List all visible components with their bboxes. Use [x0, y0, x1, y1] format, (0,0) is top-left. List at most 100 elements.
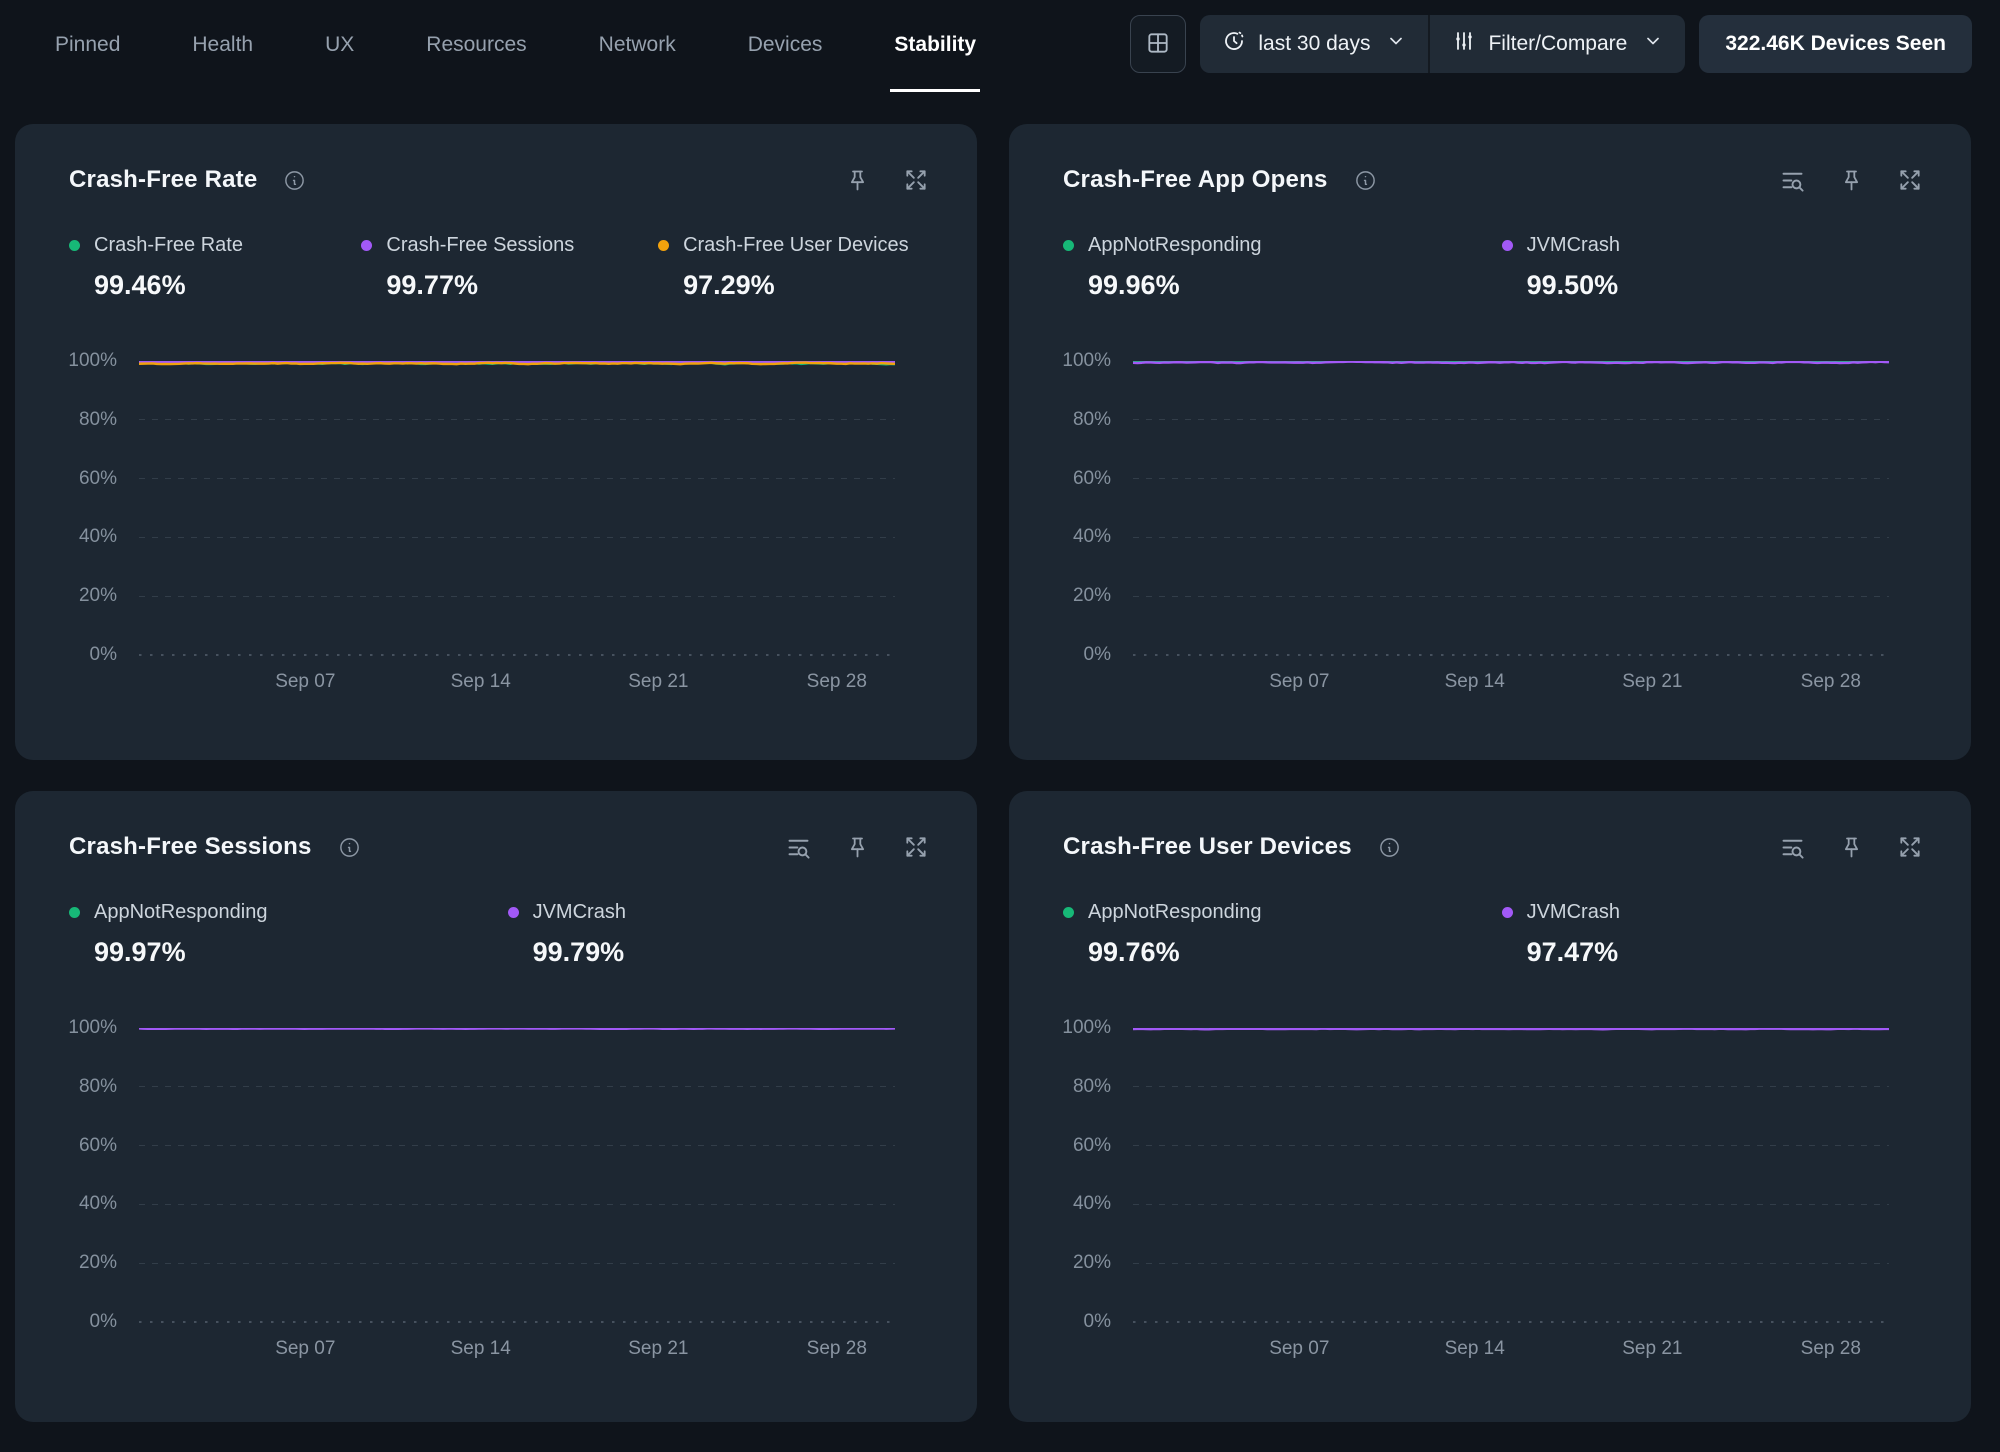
x-axis-tick: Sep 21 [628, 671, 688, 693]
list-search-icon[interactable] [1779, 167, 1806, 194]
legend-series-value: 99.50% [1527, 270, 1923, 301]
line-chart: 100%80%60%40%20%0%Sep 07Sep 14Sep 21Sep … [1063, 361, 1923, 695]
nav-tab-ux[interactable]: UX [321, 0, 358, 92]
legend-series-name: AppNotResponding [1088, 234, 1261, 257]
nav-tab-health[interactable]: Health [188, 0, 257, 92]
legend-item-2: JVMCrash 99.50% [1502, 234, 1923, 301]
line-chart: 100%80%60%40%20%0%Sep 07Sep 14Sep 21Sep … [69, 1028, 929, 1362]
x-axis-tick: Sep 28 [807, 671, 867, 693]
x-axis-tick: Sep 21 [1622, 671, 1682, 693]
plot-area[interactable] [1133, 1028, 1889, 1322]
x-axis: Sep 07Sep 14Sep 21Sep 28 [139, 1338, 895, 1362]
legend-dot [361, 240, 372, 251]
x-axis-tick: Sep 07 [1269, 671, 1329, 693]
y-axis-tick: 80% [79, 409, 117, 431]
sliders-icon [1452, 29, 1476, 59]
y-axis-tick: 80% [1073, 409, 1111, 431]
maximize-icon[interactable] [903, 167, 929, 193]
maximize-icon[interactable] [1897, 167, 1923, 193]
range-filter-group: last 30 days Filter/Compare [1200, 15, 1685, 73]
nav-tab-resources[interactable]: Resources [422, 0, 530, 92]
nav-tab-network[interactable]: Network [595, 0, 680, 92]
chevron-down-icon [1386, 31, 1406, 57]
plot-area-wrap: Sep 07Sep 14Sep 21Sep 28 [139, 1028, 895, 1362]
legend-dot [658, 240, 669, 251]
time-range-label: last 30 days [1258, 32, 1370, 56]
y-axis-tick: 80% [79, 1076, 117, 1098]
legend-series-name: AppNotResponding [94, 901, 267, 924]
x-axis: Sep 07Sep 14Sep 21Sep 28 [139, 671, 895, 695]
y-axis-tick: 20% [1073, 585, 1111, 607]
info-icon[interactable] [338, 836, 361, 859]
list-search-icon[interactable] [1779, 834, 1806, 861]
panel-title: Crash-Free Rate [69, 166, 257, 194]
legend-dot [69, 240, 80, 251]
panel-header: Crash-Free App Opens [1063, 164, 1923, 196]
y-axis-tick: 40% [79, 526, 117, 548]
y-axis-tick: 60% [79, 468, 117, 490]
legend-series-value: 99.76% [1088, 937, 1502, 968]
pin-icon[interactable] [1838, 167, 1865, 194]
list-search-icon[interactable] [785, 834, 812, 861]
legend-item-2: Crash-Free Sessions 99.77% [361, 234, 658, 301]
time-range-button[interactable]: last 30 days [1200, 15, 1428, 73]
plot-area[interactable] [139, 1028, 895, 1322]
legend: Crash-Free Rate99.46%Crash-Free Sessions… [69, 234, 929, 301]
x-axis-tick: Sep 28 [1801, 1338, 1861, 1360]
legend-series-value: 99.96% [1088, 270, 1502, 301]
legend: AppNotResponding 99.96%JVMCrash 99.50% [1063, 234, 1923, 301]
series-line-JVMCrash [1133, 362, 1889, 363]
legend-label-row: Crash-Free User Devices [658, 234, 929, 257]
legend-series-value: 99.79% [533, 937, 929, 968]
layout-grid-button[interactable] [1130, 15, 1186, 73]
pin-icon[interactable] [844, 834, 871, 861]
dashboard-grid: Crash-Free Rate Crash-Free Rate99.46%Cras… [0, 92, 2000, 1422]
panel-title-wrap: Crash-Free Sessions [69, 833, 361, 861]
maximize-icon[interactable] [1897, 834, 1923, 860]
info-icon[interactable] [283, 169, 306, 192]
x-axis-tick: Sep 28 [807, 1338, 867, 1360]
legend-item-1: AppNotResponding 99.76% [1063, 901, 1502, 968]
x-axis-tick: Sep 14 [451, 1338, 511, 1360]
plot-area[interactable] [139, 361, 895, 655]
legend-dot [1502, 240, 1513, 251]
y-axis-tick: 80% [1073, 1076, 1111, 1098]
legend-series-name: Crash-Free Sessions [386, 234, 574, 257]
legend-label-row: Crash-Free Sessions [361, 234, 658, 257]
panel-actions [844, 167, 929, 194]
clock-history-icon [1222, 29, 1246, 59]
nav-tab-stability[interactable]: Stability [890, 0, 980, 92]
plot-area[interactable] [1133, 361, 1889, 655]
info-icon[interactable] [1354, 169, 1377, 192]
legend-series-name: JVMCrash [1527, 901, 1620, 924]
y-axis-tick: 100% [1062, 350, 1111, 372]
x-axis: Sep 07Sep 14Sep 21Sep 28 [1133, 1338, 1889, 1362]
legend-label-row: JVMCrash [508, 901, 929, 924]
legend: AppNotResponding99.76%JVMCrash97.47% [1063, 901, 1923, 968]
panel-title: Crash-Free Sessions [69, 833, 312, 861]
series-line-JVMCrash [1133, 1029, 1889, 1030]
pin-icon[interactable] [1838, 834, 1865, 861]
info-icon[interactable] [1378, 836, 1401, 859]
panel-title: Crash-Free User Devices [1063, 833, 1352, 861]
y-axis-tick: 40% [1073, 526, 1111, 548]
panel-title-wrap: Crash-Free User Devices [1063, 833, 1401, 861]
x-axis-tick: Sep 28 [1801, 671, 1861, 693]
panel-crash-free-user-devices: Crash-Free User Devices AppNotResponding 9… [1009, 791, 1971, 1422]
legend-series-value: 99.77% [386, 270, 658, 301]
y-axis-tick: 60% [79, 1135, 117, 1157]
x-axis-tick: Sep 14 [1445, 1338, 1505, 1360]
legend-series-name: AppNotResponding [1088, 901, 1261, 924]
maximize-icon[interactable] [903, 834, 929, 860]
y-axis-tick: 60% [1073, 468, 1111, 490]
nav-tab-pinned[interactable]: Pinned [51, 0, 124, 92]
y-axis-tick: 40% [79, 1193, 117, 1215]
pin-icon[interactable] [844, 167, 871, 194]
panel-title: Crash-Free App Opens [1063, 166, 1328, 194]
filter-compare-button[interactable]: Filter/Compare [1430, 15, 1685, 73]
x-axis-tick: Sep 07 [275, 1338, 335, 1360]
legend-label-row: JVMCrash [1502, 234, 1923, 257]
plot-area-wrap: Sep 07Sep 14Sep 21Sep 28 [1133, 1028, 1889, 1362]
nav-tab-devices[interactable]: Devices [744, 0, 827, 92]
legend-dot [69, 907, 80, 918]
